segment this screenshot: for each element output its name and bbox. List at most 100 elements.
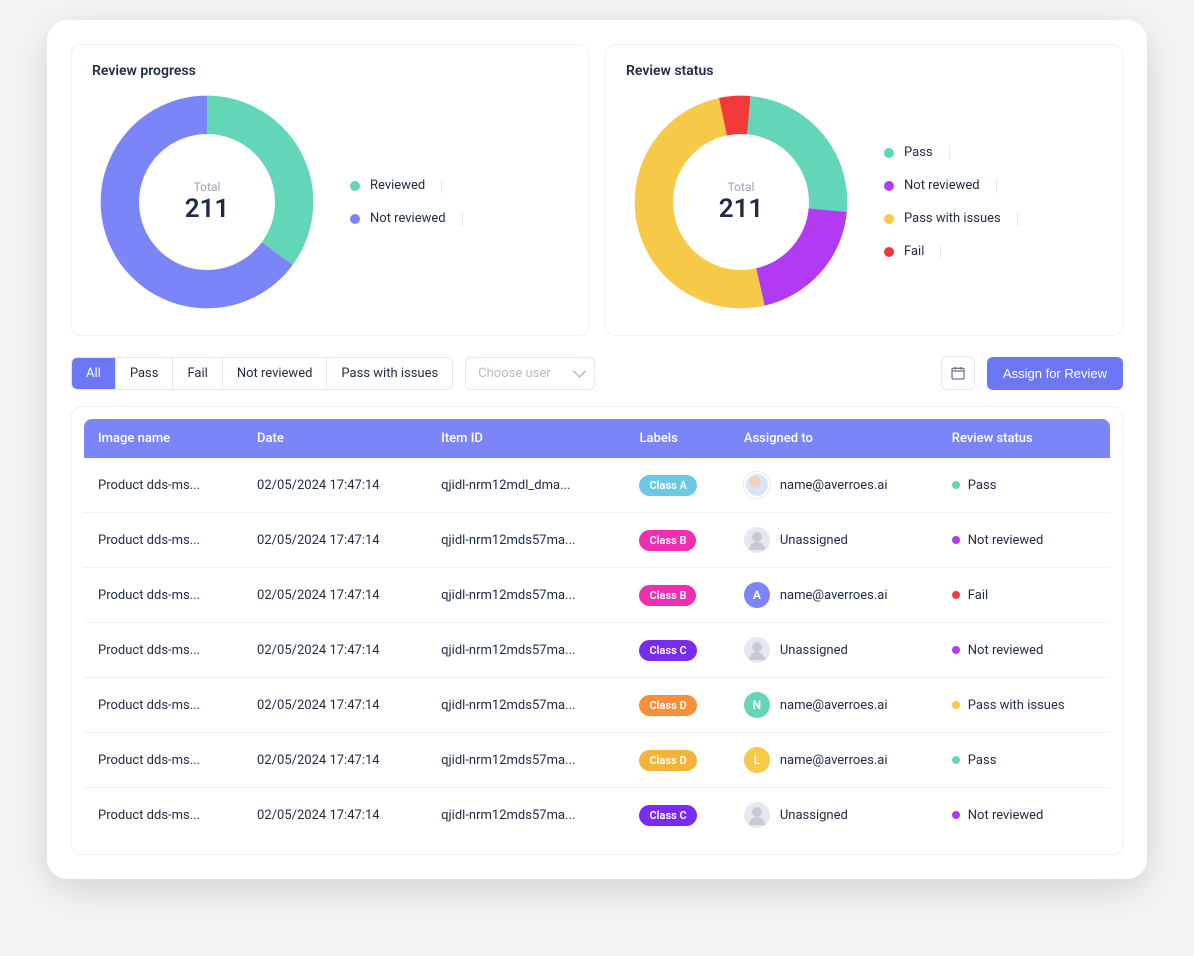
- cell-label: Class D: [625, 678, 729, 733]
- cell-image-name: Product dds-ms...: [84, 788, 243, 843]
- legend-swatch: [350, 214, 360, 224]
- assign-for-review-button[interactable]: Assign for Review: [987, 357, 1123, 390]
- cell-image-name: Product dds-ms...: [84, 623, 243, 678]
- assignee-name: Unassigned: [780, 808, 848, 823]
- legend-item[interactable]: Pass with issues: [884, 211, 1018, 226]
- column-header[interactable]: Labels: [625, 419, 729, 458]
- status-text: Pass with issues: [968, 698, 1065, 713]
- cell-date: 02/05/2024 17:47:14: [243, 623, 427, 678]
- legend-item[interactable]: Fail: [884, 244, 1018, 259]
- cell-item-id: qjidl-nrm12mds57ma...: [427, 623, 625, 678]
- cell-status: Pass: [938, 733, 1110, 788]
- review-table-card: Image nameDateItem IDLabelsAssigned toRe…: [71, 406, 1123, 855]
- cell-date: 02/05/2024 17:47:14: [243, 458, 427, 513]
- legend-label: Reviewed: [370, 178, 425, 193]
- filter-row: AllPassFailNot reviewedPass with issues …: [71, 356, 1123, 390]
- cell-item-id: qjidl-nrm12mds57ma...: [427, 568, 625, 623]
- avatar: [744, 637, 770, 663]
- choose-user-select[interactable]: Choose user: [465, 357, 595, 390]
- assignee-name: name@averroes.ai: [780, 478, 888, 493]
- avatar: L: [744, 747, 770, 773]
- cell-image-name: Product dds-ms...: [84, 568, 243, 623]
- legend-label: Pass: [904, 145, 933, 160]
- legend-progress: Reviewed Not reviewed: [350, 178, 463, 226]
- table-row[interactable]: Product dds-ms...02/05/2024 17:47:14qjid…: [84, 623, 1110, 678]
- donut-total-value: 211: [719, 194, 764, 224]
- review-progress-card: Review progress Total 211 Reviewed Not r…: [71, 44, 589, 336]
- legend-item[interactable]: Reviewed: [350, 178, 463, 193]
- label-chip: Class C: [639, 640, 696, 661]
- label-chip: Class C: [639, 805, 696, 826]
- cell-label: Class C: [625, 788, 729, 843]
- avatar: [744, 472, 770, 498]
- status-tabs: AllPassFailNot reviewedPass with issues: [71, 357, 453, 390]
- assignee-name: name@averroes.ai: [780, 753, 888, 768]
- status-text: Not reviewed: [968, 643, 1044, 658]
- legend-label: Not reviewed: [904, 178, 980, 193]
- legend-divider: [441, 179, 442, 193]
- calendar-icon: [950, 365, 966, 381]
- label-chip: Class A: [639, 475, 696, 496]
- status-text: Not reviewed: [968, 808, 1044, 823]
- cell-status: Not reviewed: [938, 513, 1110, 568]
- review-status-card: Review status Total 211 Pass Not reviewe…: [605, 44, 1123, 336]
- cell-date: 02/05/2024 17:47:14: [243, 513, 427, 568]
- status-dot: [952, 646, 960, 654]
- table-row[interactable]: Product dds-ms...02/05/2024 17:47:14qjid…: [84, 568, 1110, 623]
- cell-image-name: Product dds-ms...: [84, 733, 243, 788]
- cell-assignee: Lname@averroes.ai: [730, 733, 938, 788]
- status-dot: [952, 756, 960, 764]
- assignee-name: name@averroes.ai: [780, 698, 888, 713]
- status-text: Pass: [968, 753, 997, 768]
- tab-all[interactable]: All: [72, 358, 116, 389]
- cell-label: Class D: [625, 733, 729, 788]
- tab-pass[interactable]: Pass: [116, 358, 174, 389]
- table-row[interactable]: Product dds-ms...02/05/2024 17:47:14qjid…: [84, 733, 1110, 788]
- legend-divider: [949, 146, 950, 160]
- cell-label: Class A: [625, 458, 729, 513]
- column-header[interactable]: Assigned to: [730, 419, 938, 458]
- tab-fail[interactable]: Fail: [173, 358, 222, 389]
- tab-pass-with-issues[interactable]: Pass with issues: [327, 358, 452, 389]
- legend-label: Pass with issues: [904, 211, 1001, 226]
- cell-status: Not reviewed: [938, 623, 1110, 678]
- cell-assignee: Unassigned: [730, 513, 938, 568]
- status-text: Fail: [968, 588, 988, 603]
- status-dot: [952, 811, 960, 819]
- legend-item[interactable]: Not reviewed: [350, 211, 463, 226]
- legend-swatch: [884, 181, 894, 191]
- column-header[interactable]: Date: [243, 419, 427, 458]
- cell-assignee: Unassigned: [730, 623, 938, 678]
- donut-total-label: Total: [185, 180, 230, 194]
- table-row[interactable]: Product dds-ms...02/05/2024 17:47:14qjid…: [84, 678, 1110, 733]
- tab-not-reviewed[interactable]: Not reviewed: [223, 358, 328, 389]
- cell-label: Class B: [625, 568, 729, 623]
- status-text: Not reviewed: [968, 533, 1044, 548]
- avatar: A: [744, 582, 770, 608]
- calendar-button[interactable]: [941, 356, 975, 390]
- legend-divider: [940, 245, 941, 259]
- legend-divider: [996, 179, 997, 193]
- donut-chart-status: Total 211: [626, 87, 856, 317]
- cell-image-name: Product dds-ms...: [84, 678, 243, 733]
- legend-item[interactable]: Pass: [884, 145, 1018, 160]
- legend-item[interactable]: Not reviewed: [884, 178, 1018, 193]
- table-row[interactable]: Product dds-ms...02/05/2024 17:47:14qjid…: [84, 513, 1110, 568]
- avatar: N: [744, 692, 770, 718]
- cell-status: Pass: [938, 458, 1110, 513]
- table-row[interactable]: Product dds-ms...02/05/2024 17:47:14qjid…: [84, 458, 1110, 513]
- column-header[interactable]: Image name: [84, 419, 243, 458]
- legend-swatch: [884, 214, 894, 224]
- cell-item-id: qjidl-nrm12mds57ma...: [427, 513, 625, 568]
- table-row[interactable]: Product dds-ms...02/05/2024 17:47:14qjid…: [84, 788, 1110, 843]
- status-dot: [952, 591, 960, 599]
- cell-date: 02/05/2024 17:47:14: [243, 568, 427, 623]
- column-header[interactable]: Item ID: [427, 419, 625, 458]
- assignee-name: Unassigned: [780, 533, 848, 548]
- status-dot: [952, 481, 960, 489]
- cell-assignee: Unassigned: [730, 788, 938, 843]
- column-header[interactable]: Review status: [938, 419, 1110, 458]
- cell-status: Pass with issues: [938, 678, 1110, 733]
- cell-image-name: Product dds-ms...: [84, 513, 243, 568]
- cell-assignee: Aname@averroes.ai: [730, 568, 938, 623]
